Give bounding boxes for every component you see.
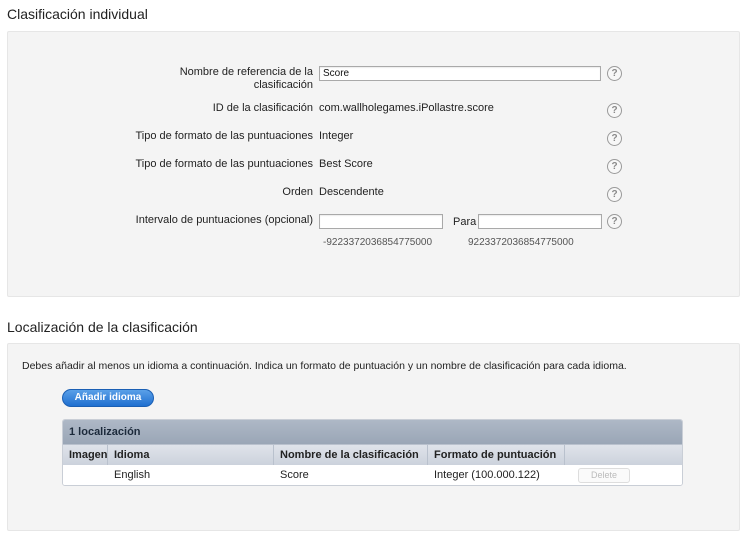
localizations-table: 1 localización Imagen Idioma Nombre de l… [62,419,683,486]
cell-language: English [114,469,151,481]
cell-format: Integer (100.000.122) [434,469,540,481]
help-icon[interactable]: ? [607,187,622,202]
range-max-hint: 9223372036854775000 [468,237,574,248]
section-title-individual: Clasificación individual [7,6,148,22]
ref-name-label: Nombre de referencia de la clasificación [179,66,313,91]
column-header-language[interactable]: Idioma [108,445,274,465]
sort-type-value: Best Score [319,158,373,170]
range-label: Intervalo de puntuaciones (opcional) [135,214,313,226]
cell-name: Score [280,469,309,481]
range-para-label: Para [453,216,477,228]
range-max-input[interactable] [478,214,602,229]
add-language-button[interactable]: Añadir idioma [62,389,154,407]
id-value: com.wallholegames.iPollastre.score [319,102,494,114]
help-icon[interactable]: ? [607,214,622,229]
id-label: ID de la clasificación [212,102,313,114]
ref-name-input[interactable] [319,66,601,81]
column-header-image[interactable]: Imagen [63,445,108,465]
cell-image [63,465,69,485]
range-min-hint: -9223372036854775000 [323,237,432,248]
format-type-value: Integer [319,130,354,142]
delete-button[interactable]: Delete [578,468,630,483]
table-caption: 1 localización [63,420,682,444]
sort-type-label: Tipo de formato de las puntuaciones [135,158,313,170]
help-icon[interactable]: ? [607,103,622,118]
section-title-localization: Localización de la clasificación [7,319,198,335]
help-icon[interactable]: ? [607,131,622,146]
table-header-row: Imagen Idioma Nombre de la clasificación… [63,444,682,465]
localization-description: Debes añadir al menos un idioma a contin… [22,360,627,372]
format-type-label: Tipo de formato de las puntuaciones [135,130,313,142]
order-label: Orden [282,186,313,198]
help-icon[interactable]: ? [607,66,622,81]
range-min-input[interactable] [319,214,443,229]
column-header-name[interactable]: Nombre de la clasificación [274,445,428,465]
help-icon[interactable]: ? [607,159,622,174]
order-value: Descendente [319,186,384,198]
column-header-actions [565,445,682,465]
column-header-format[interactable]: Formato de puntuación [428,445,565,465]
table-row[interactable]: English Score Integer (100.000.122) Dele… [63,465,682,485]
